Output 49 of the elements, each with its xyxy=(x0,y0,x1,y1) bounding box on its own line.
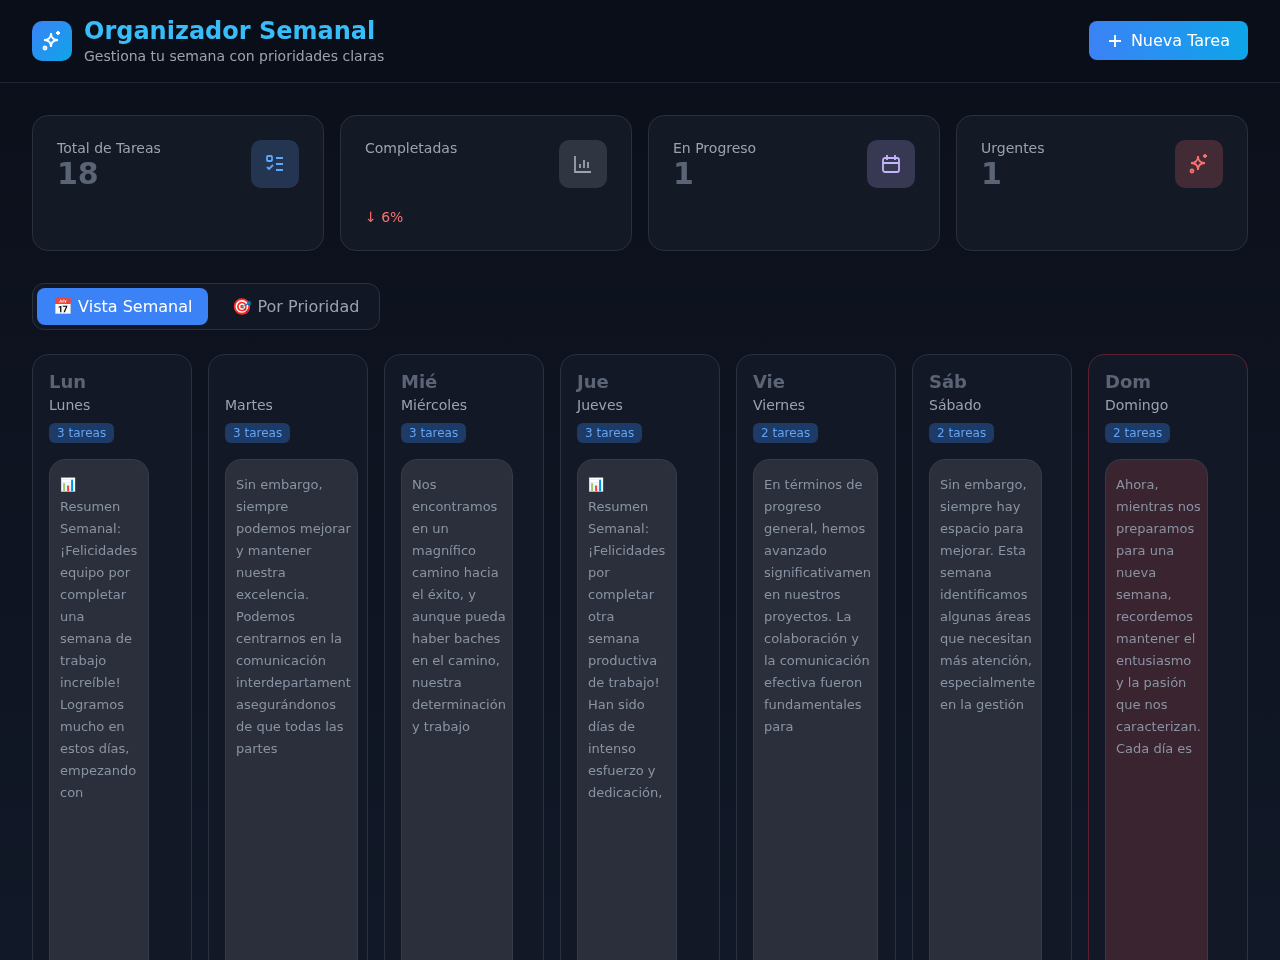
day-name: Domingo xyxy=(1105,397,1170,413)
task-card[interactable]: En términos de progreso general, hemos avanzado significativamen en nuestros proyectos. La colaboración y la comunicación efectiva fueron fundamentales para xyxy=(753,459,879,960)
task-text: En términos de progreso general, hemos avanzado significativamen en nuestros proyectos. La colaboración y la comunicación efectiva fueron fundamentales para xyxy=(764,476,872,736)
task-card[interactable]: Ahora, mientras nos preparamos para una nueva semana, recordemos mantener el entusiasmo y la pasión que nos caracterizan. Cada día es xyxy=(1105,459,1208,960)
day-abbreviation: Vie xyxy=(753,371,786,393)
task-card[interactable]: 📊 Resumen Semanal: ¡Felicidades equipo por completar una semana de trabajo increíble! Logramos mucho en estos días, empezando con xyxy=(49,459,149,960)
day-abbreviation: Mié xyxy=(401,371,439,393)
task-count-badge: 2 tareas xyxy=(1105,423,1171,443)
new-task-button[interactable]: Nueva Tarea xyxy=(1088,21,1248,60)
day-abbreviation: Lun xyxy=(49,371,88,393)
day-name: Jueves xyxy=(577,397,624,413)
task-count-badge: 3 tareas xyxy=(577,423,643,443)
day-name: Martes xyxy=(225,397,274,413)
task-card[interactable]: Nos encontramos en un magnífico camino hacia el éxito, y aunque pueda haber baches en el camino, nuestra determinación y trabajo xyxy=(401,459,513,960)
stat-label: Completadas xyxy=(365,140,459,156)
day-name: Viernes xyxy=(753,397,807,413)
task-card[interactable]: Sin embargo, siempre podemos mejorar y mantener nuestra excelencia. Podemos centrarnos en la comunicación interdepartament asegurándonos de que todas las partes xyxy=(225,459,358,960)
task-text: Sin embargo, siempre podemos mejorar y mantener nuestra excelencia. Podemos centrarnos en la comunicación interdepartament asegurándonos de que todas las partes xyxy=(236,476,351,758)
stat-value: 18 xyxy=(57,156,100,192)
day-name: Miércoles xyxy=(401,397,469,413)
task-count-badge: 3 tareas xyxy=(225,423,291,443)
stat-label: En Progreso xyxy=(673,140,758,156)
task-text: 📊 Resumen Semanal: ¡Felicidades equipo por completar una semana de trabajo increíble! Logramos mucho en estos días, empezando con xyxy=(60,476,138,802)
stat-label: Urgentes xyxy=(981,140,1046,156)
stat-trend: ↓ 6% xyxy=(365,209,404,225)
task-count-badge: 3 tareas xyxy=(49,423,115,443)
task-count-badge: 3 tareas xyxy=(401,423,467,443)
day-abbreviation: Sáb xyxy=(929,371,968,393)
plus-icon xyxy=(1106,32,1123,49)
app-title: Organizador Semanal xyxy=(84,17,377,45)
task-text: Nos encontramos en un magnífico camino hacia el éxito, y aunque pueda haber baches en el camino, nuestra determinación y trabajo xyxy=(412,476,506,736)
stat-label: Total de Tareas xyxy=(57,140,162,156)
day-name: Sábado xyxy=(929,397,983,413)
stat-value: 1 xyxy=(673,156,695,192)
task-card[interactable]: 📊 Resumen Semanal: ¡Felicidades por completar otra semana productiva de trabajo! Han sido días de intenso esfuerzo y dedicación, xyxy=(577,459,677,960)
task-text: Sin embargo, siempre hay espacio para mejorar. Esta semana identificamos algunas áreas que necesitan más atención, especialmente en la gestión xyxy=(940,476,1036,714)
view-tab[interactable]: 📅 Vista Semanal xyxy=(37,288,209,325)
sparkles-logo-icon xyxy=(32,20,72,61)
stat-value: 1 xyxy=(981,156,1003,192)
task-count-badge: 2 tareas xyxy=(753,423,819,443)
task-count-badge: 2 tareas xyxy=(929,423,995,443)
day-abbreviation: Jue xyxy=(577,371,610,393)
app-subtitle: Gestiona tu semana con prioridades claras xyxy=(84,48,385,64)
day-name: Lunes xyxy=(49,397,92,413)
task-text: Ahora, mientras nos preparamos para una nueva semana, recordemos mantener el entusiasmo y la pasión que nos caracterizan. Cada día es xyxy=(1116,476,1201,758)
day-abbreviation: Dom xyxy=(1105,371,1153,393)
task-card[interactable]: Sin embargo, siempre hay espacio para mejorar. Esta semana identificamos algunas áreas que necesitan más atención, especialmente en la gestión xyxy=(929,459,1043,960)
task-text: 📊 Resumen Semanal: ¡Felicidades por completar otra semana productiva de trabajo! Han sido días de intenso esfuerzo y dedicación, xyxy=(588,476,666,802)
view-tab[interactable]: 🎯 Por Prioridad xyxy=(216,288,376,325)
